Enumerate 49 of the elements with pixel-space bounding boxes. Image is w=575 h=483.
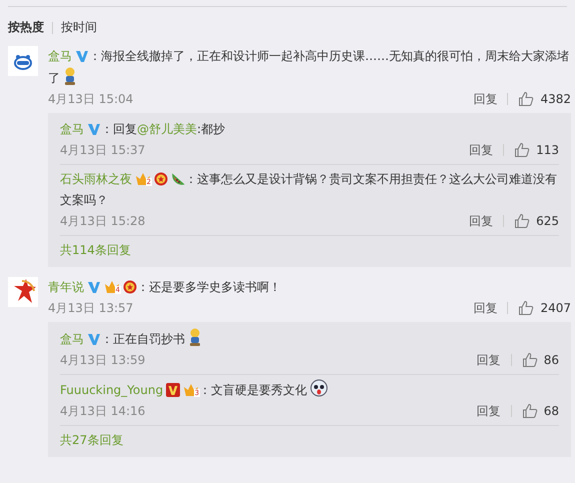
verified-icon (87, 122, 101, 136)
thumbs-up-icon[interactable] (514, 142, 530, 158)
sort-tab[interactable]: 按时间 (61, 19, 97, 36)
username-link[interactable]: 盒马 (60, 332, 84, 346)
timestamp: 4月13日 14:16 (60, 402, 146, 420)
like-count: 113 (536, 143, 559, 157)
comment-text: 盒马 ：回复@舒儿美美:都抄 (60, 121, 226, 138)
figure-icon (188, 328, 202, 346)
username-link[interactable]: 盒马 (60, 122, 84, 136)
more-replies-link[interactable]: 共114条回复 (60, 236, 131, 267)
sort-tab[interactable]: 按热度 (8, 19, 44, 36)
thumbs-up-icon[interactable] (518, 91, 534, 107)
mention-link[interactable]: @舒儿美美 (137, 122, 197, 136)
reply-button[interactable]: 回复 (469, 142, 494, 158)
username-link[interactable]: Fuuucking_Young (60, 383, 164, 397)
more-replies-link[interactable]: 共27条回复 (60, 426, 124, 457)
like-count: 86 (544, 353, 559, 367)
reply-button[interactable]: 回复 (469, 212, 494, 230)
username-link[interactable]: 青年说 (48, 280, 84, 294)
comment-text: 盒马 ：海报全线撤掉了，正在和设计师一起补高中历史课……无知真的很可怕，周末给大家添堵了 (48, 48, 570, 87)
thumbs-up-icon[interactable] (522, 403, 538, 419)
medal-icon (154, 172, 168, 186)
reply-button[interactable]: 回复 (473, 90, 498, 108)
reply-button[interactable]: 回复 (476, 352, 501, 368)
like-count: 2407 (540, 301, 571, 315)
verified-icon (166, 383, 180, 397)
verified-icon (87, 280, 101, 294)
like-count: 625 (536, 214, 559, 228)
timestamp: 4月13日 13:57 (48, 300, 134, 316)
watermelon-icon (171, 172, 185, 186)
thumbs-up-icon[interactable] (518, 300, 534, 316)
reply-button[interactable]: 回复 (476, 402, 501, 420)
reply-button[interactable]: 回复 (473, 300, 498, 316)
verified-icon (87, 332, 101, 346)
thumbs-up-icon[interactable] (522, 352, 538, 368)
like-count: 68 (544, 404, 559, 418)
verified-icon (75, 49, 89, 63)
timestamp: 4月13日 13:59 (60, 352, 146, 368)
comment-text: 盒马 ：正在自罚抄书 (60, 328, 559, 350)
like-count: 4382 (540, 92, 571, 106)
thumbs-up-icon[interactable] (514, 213, 530, 229)
figure-icon (63, 67, 77, 85)
timestamp: 4月13日 15:28 (60, 212, 146, 230)
face-icon (310, 379, 328, 397)
username-link[interactable]: 石头雨林之夜 (60, 172, 132, 186)
medal-icon (123, 280, 137, 294)
username-link[interactable]: 盒马 (48, 49, 72, 63)
timestamp: 4月13日 15:37 (60, 142, 146, 158)
timestamp: 4月13日 15:04 (48, 90, 134, 108)
